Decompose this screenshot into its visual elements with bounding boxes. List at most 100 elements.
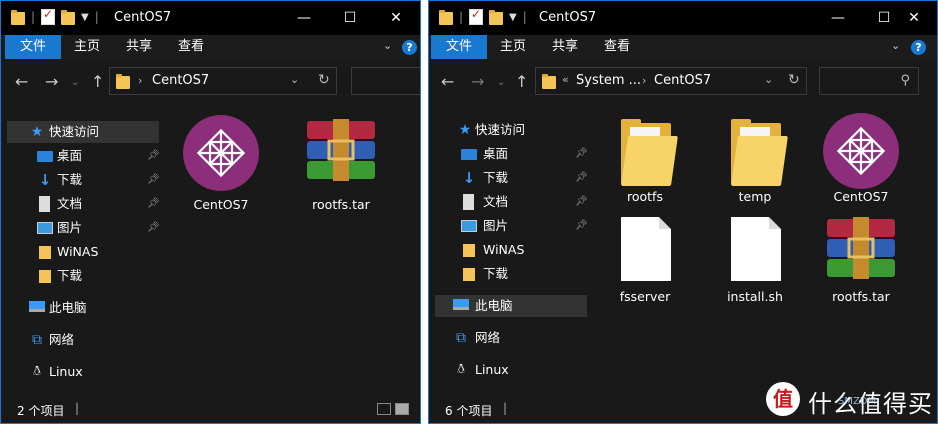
customize-toolbar-icon[interactable]: ▼ <box>81 12 89 23</box>
nav-item-winas[interactable]: WiNAS <box>7 241 159 263</box>
nav-item-desktop[interactable]: 桌面 📌︎ <box>7 145 160 167</box>
nav-item-documents[interactable]: 文档 📌︎ <box>7 193 160 215</box>
tab-view[interactable]: 查看 <box>165 35 217 59</box>
watermark-subtext: SMZDM <box>838 396 877 407</box>
pin-icon[interactable]: 📌︎ <box>575 143 588 165</box>
help-icon[interactable]: ? <box>402 40 417 55</box>
title-bar[interactable]: | ▼ | CentOS7 — ☐ ✕ <box>1 1 420 35</box>
nav-item-desktop[interactable]: 桌面 📌︎ <box>435 143 588 165</box>
nav-item-downloads[interactable]: ↓ 下载 📌︎ <box>435 167 588 189</box>
nav-item-quick-access[interactable]: ★ 快速访问 <box>7 121 159 143</box>
folder-icon <box>731 119 788 185</box>
pin-icon[interactable]: 📌︎ <box>575 167 588 189</box>
address-dropdown-icon[interactable]: ⌄ <box>290 73 299 86</box>
tab-file[interactable]: 文件 <box>5 35 61 59</box>
nav-item-download-folder[interactable]: 下载 <box>435 263 587 285</box>
properties-icon[interactable] <box>41 7 56 25</box>
search-input[interactable]: ⚲ <box>819 67 919 95</box>
nav-label: 文档 <box>57 196 83 211</box>
nav-item-network[interactable]: ⧉ 网络 <box>7 329 159 351</box>
file-item-centos7[interactable]: CentOS7 <box>811 113 911 209</box>
file-item-install-sh[interactable]: install.sh <box>705 213 805 309</box>
close-button[interactable]: ✕ <box>373 1 419 35</box>
nav-item-quick-access[interactable]: ★ 快速访问 <box>435 119 587 141</box>
nav-label: Linux <box>49 364 83 379</box>
refresh-icon[interactable]: ↻ <box>318 72 330 88</box>
file-item-temp[interactable]: temp <box>705 113 805 209</box>
pin-icon[interactable]: 📌︎ <box>575 191 588 213</box>
details-view-icon[interactable] <box>377 403 391 415</box>
address-bar[interactable]: › CentOS7 ⌄ ↻ <box>109 67 337 95</box>
nav-item-download-folder[interactable]: 下载 <box>7 265 159 287</box>
refresh-icon[interactable]: ↻ <box>788 72 800 88</box>
nav-item-winas[interactable]: WiNAS <box>435 239 587 261</box>
tab-share[interactable]: 共享 <box>539 35 591 59</box>
nav-item-this-pc[interactable]: 此电脑 <box>7 297 159 319</box>
pin-icon[interactable]: 📌︎ <box>147 217 160 239</box>
new-folder-icon[interactable] <box>489 9 504 25</box>
overflow-breadcrumb-icon[interactable]: « <box>562 73 569 86</box>
back-arrow-icon[interactable]: ← <box>15 72 28 91</box>
nav-item-downloads[interactable]: ↓ 下载 📌︎ <box>7 169 160 191</box>
breadcrumb-centos7[interactable]: CentOS7 <box>152 73 209 88</box>
file-item-centos7[interactable]: CentOS7 <box>171 115 271 212</box>
nav-item-pictures[interactable]: 图片 📌︎ <box>7 217 160 239</box>
picture-icon <box>461 220 477 232</box>
tab-home[interactable]: 主页 <box>487 35 539 59</box>
nav-item-linux[interactable]: 🐧︎ Linux <box>7 361 159 383</box>
breadcrumb-separator-icon[interactable]: › <box>138 74 142 87</box>
up-arrow-icon[interactable]: ↑ <box>91 72 104 91</box>
title-bar[interactable]: | ▼ | CentOS7 — ☐ ✕ <box>429 1 937 35</box>
address-dropdown-icon[interactable]: ⌄ <box>764 73 773 86</box>
nav-item-documents[interactable]: 文档 📌︎ <box>435 191 588 213</box>
large-icons-view-icon[interactable] <box>395 403 409 415</box>
search-input[interactable] <box>351 67 420 95</box>
file-item-rootfs-tar[interactable]: rootfs.tar <box>811 213 911 309</box>
navigation-pane: ★ 快速访问 桌面 📌︎ ↓ 下载 📌︎ 文档 📌︎ 图片 📌︎ WiNAS 下… <box>429 105 589 397</box>
help-icon[interactable]: ? <box>911 40 926 55</box>
file-item-rootfs-tar[interactable]: rootfs.tar <box>291 115 391 212</box>
nav-item-this-pc[interactable]: 此电脑 <box>435 295 587 317</box>
tab-share[interactable]: 共享 <box>113 35 165 59</box>
file-item-rootfs[interactable]: rootfs <box>595 113 695 209</box>
nav-label: Linux <box>475 362 509 377</box>
back-arrow-icon[interactable]: ← <box>441 72 454 91</box>
tab-home[interactable]: 主页 <box>61 35 113 59</box>
expand-ribbon-icon[interactable]: ⌄ <box>383 39 392 52</box>
nav-label: WiNAS <box>57 244 99 259</box>
up-arrow-icon[interactable]: ↑ <box>515 72 528 91</box>
nav-item-pictures[interactable]: 图片 📌︎ <box>435 215 588 237</box>
recent-locations-icon[interactable]: ⌄ <box>71 77 79 88</box>
folder-icon <box>37 268 53 284</box>
breadcrumb-system[interactable]: System ... <box>576 73 641 88</box>
properties-icon[interactable] <box>469 7 484 25</box>
nav-label: 此电脑 <box>49 300 87 315</box>
nav-item-network[interactable]: ⧉ 网络 <box>435 327 587 349</box>
recent-locations-icon[interactable]: ⌄ <box>497 77 505 88</box>
address-bar[interactable]: « System ... › CentOS7 ⌄ ↻ <box>535 67 807 95</box>
tab-view[interactable]: 查看 <box>591 35 643 59</box>
nav-item-linux[interactable]: 🐧︎ Linux <box>435 359 587 381</box>
pin-icon[interactable]: 📌︎ <box>147 169 160 191</box>
minimize-button[interactable]: — <box>815 1 861 35</box>
download-icon: ↓ <box>38 171 52 189</box>
pin-icon[interactable]: 📌︎ <box>147 193 160 215</box>
nav-label: 网络 <box>49 332 75 347</box>
forward-arrow-icon[interactable]: → <box>45 72 58 91</box>
picture-icon <box>37 222 53 234</box>
maximize-button[interactable]: ☐ <box>327 1 373 35</box>
forward-arrow-icon[interactable]: → <box>471 72 484 91</box>
breadcrumb-centos7[interactable]: CentOS7 <box>654 73 711 88</box>
winrar-archive-icon <box>305 119 377 181</box>
tab-file[interactable]: 文件 <box>431 35 487 59</box>
breadcrumb-separator-icon[interactable]: › <box>642 74 646 87</box>
file-item-fsserver[interactable]: fsserver <box>595 213 695 309</box>
customize-toolbar-icon[interactable]: ▼ <box>509 12 517 23</box>
close-button[interactable]: ✕ <box>891 1 937 35</box>
nav-label: 下载 <box>57 268 83 283</box>
expand-ribbon-icon[interactable]: ⌄ <box>891 39 900 52</box>
pin-icon[interactable]: 📌︎ <box>575 215 588 237</box>
new-folder-icon[interactable] <box>61 9 76 25</box>
pin-icon[interactable]: 📌︎ <box>147 145 160 167</box>
minimize-button[interactable]: — <box>281 1 327 35</box>
